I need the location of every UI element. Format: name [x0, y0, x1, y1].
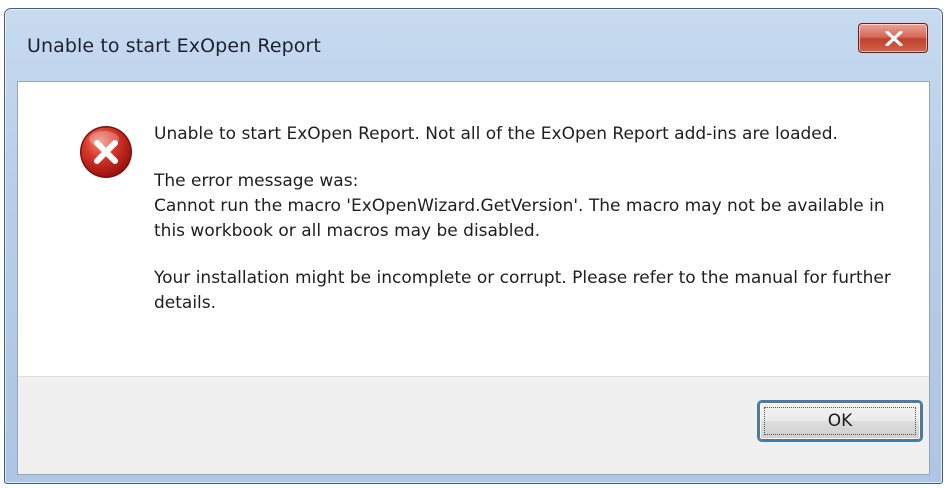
- title-bar[interactable]: Unable to start ExOpen Report: [5, 9, 942, 81]
- error-heading: The error message was:: [154, 171, 359, 191]
- dialog-content: Unable to start ExOpen Report. Not all o…: [17, 81, 930, 475]
- advice-text: Your installation might be incomplete or…: [154, 268, 891, 313]
- error-icon: [80, 126, 132, 178]
- close-button[interactable]: [858, 23, 928, 53]
- message-text: Unable to start ExOpen Report. Not all o…: [154, 122, 894, 338]
- button-area: OK: [18, 376, 929, 474]
- window-title: Unable to start ExOpen Report: [27, 35, 321, 57]
- ok-button[interactable]: OK: [759, 402, 921, 440]
- close-icon: [885, 31, 903, 46]
- dialog-window: Unable to start ExOpen Report Unable to …: [4, 8, 943, 484]
- ok-label: OK: [827, 411, 853, 431]
- error-message-block: The error message was: Cannot run the ma…: [154, 169, 894, 244]
- message-area: Unable to start ExOpen Report. Not all o…: [18, 82, 929, 378]
- message-summary: Unable to start ExOpen Report. Not all o…: [154, 124, 838, 144]
- error-detail: Cannot run the macro 'ExOpenWizard.GetVe…: [154, 196, 885, 241]
